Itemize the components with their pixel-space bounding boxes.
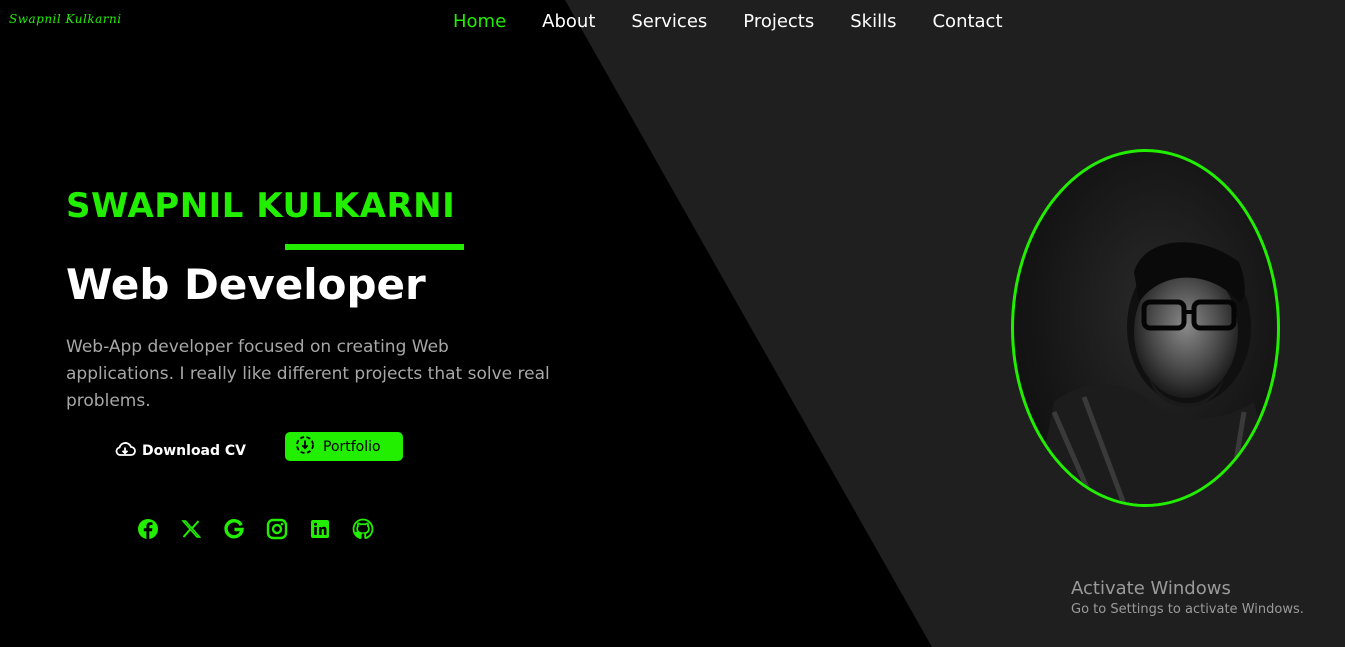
site-logo[interactable]: Swapnil Kulkarni [9, 12, 122, 26]
nav-about-link[interactable]: About [542, 10, 595, 34]
portfolio-label: Portfolio [323, 438, 381, 455]
profile-photo [1011, 149, 1280, 507]
activate-windows-title: Activate Windows [1071, 578, 1231, 599]
linkedin-icon[interactable] [309, 518, 331, 540]
hero-name: SWAPNIL KULKARNI [66, 186, 456, 226]
name-underline [285, 244, 464, 250]
download-cv-button[interactable]: Download CV [114, 441, 246, 461]
facebook-icon[interactable] [137, 518, 159, 540]
portfolio-download-icon [295, 435, 315, 459]
download-cv-label: Download CV [142, 443, 247, 459]
activate-windows-watermark: Activate Windows Go to Settings to activ… [1071, 578, 1304, 620]
google-icon[interactable] [223, 518, 245, 540]
nav-skills-link[interactable]: Skills [850, 10, 896, 34]
hero-description: Web-App developer focused on creating We… [66, 337, 550, 411]
github-icon[interactable] [352, 518, 374, 540]
portfolio-button[interactable]: Portfolio [285, 432, 403, 461]
nav-projects-link[interactable]: Projects [743, 10, 814, 34]
x-icon[interactable] [180, 518, 202, 540]
main-nav: Home About Services Projects Skills Cont… [453, 10, 1003, 34]
nav-home-link[interactable]: Home [453, 10, 506, 34]
instagram-icon[interactable] [266, 518, 288, 540]
social-links [137, 518, 374, 540]
activate-windows-subtitle: Go to Settings to activate Windows. [1071, 602, 1304, 617]
nav-contact-link[interactable]: Contact [932, 10, 1002, 34]
nav-services-link[interactable]: Services [631, 10, 707, 34]
hero-role: Web Developer [66, 260, 426, 309]
cloud-download-icon [114, 441, 136, 461]
